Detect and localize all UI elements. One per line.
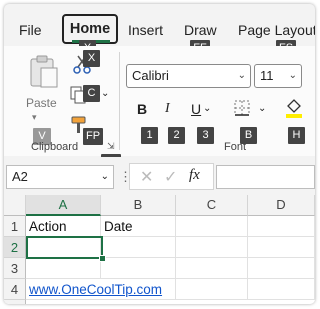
- column-header-d[interactable]: D: [248, 195, 315, 216]
- fill-handle[interactable]: [99, 255, 106, 262]
- name-box[interactable]: A2 ⌄: [6, 165, 114, 189]
- clipboard-group-label: Clipboard: [31, 141, 79, 153]
- formula-buttons: ✕ ✓ fx: [129, 163, 214, 190]
- keytip-fill: H: [288, 127, 305, 144]
- cell-b1[interactable]: Date: [101, 216, 176, 237]
- keytip-cut: X: [83, 50, 100, 67]
- tab-insert[interactable]: Insert: [128, 22, 163, 38]
- copy-dropdown-icon[interactable]: ⌄: [101, 88, 109, 99]
- tab-file[interactable]: File: [19, 22, 42, 38]
- column-header-c[interactable]: C: [176, 195, 248, 216]
- cell-b3[interactable]: [101, 258, 176, 279]
- row-header-4[interactable]: 4: [4, 279, 26, 300]
- group-divider: [119, 52, 120, 150]
- font-group-label: Font: [224, 141, 247, 153]
- cell-d1[interactable]: [248, 216, 315, 237]
- cell-c2[interactable]: [176, 237, 248, 258]
- italic-button[interactable]: I: [165, 101, 170, 117]
- paste-dropdown-icon[interactable]: ▾: [32, 112, 37, 123]
- paste-label[interactable]: Paste: [26, 96, 57, 110]
- fill-color-icon[interactable]: [284, 97, 304, 124]
- paste-icon[interactable]: [28, 54, 60, 95]
- chevron-down-icon: ⌄: [237, 70, 246, 81]
- font-name-select[interactable]: Calibri ⌄: [126, 64, 251, 88]
- row-header-2[interactable]: 2: [4, 237, 26, 258]
- cell-a4[interactable]: www.OneCoolTip.com: [26, 279, 162, 300]
- enter-icon[interactable]: ✓: [164, 167, 177, 187]
- cell-d2[interactable]: [248, 237, 315, 258]
- cell-c4[interactable]: [176, 279, 248, 300]
- formula-bar: A2 ⌄ ⋮ ✕ ✓ fx: [4, 157, 315, 195]
- bold-button[interactable]: B: [137, 101, 147, 117]
- name-box-value: A2: [12, 169, 28, 184]
- cell-a1[interactable]: Action: [26, 216, 101, 237]
- keytip-underline: 3: [197, 127, 214, 144]
- cell-b2[interactable]: [101, 237, 176, 258]
- active-cell-selection: [26, 236, 103, 259]
- select-all-corner[interactable]: [4, 195, 26, 216]
- column-header-b[interactable]: B: [101, 195, 176, 216]
- cell-d3[interactable]: [248, 258, 315, 279]
- keytip-format-painter: FP: [83, 128, 103, 145]
- tab-draw[interactable]: Draw: [184, 22, 217, 38]
- column-header-a[interactable]: A: [26, 195, 101, 216]
- underline-button[interactable]: U: [191, 101, 201, 117]
- borders-dropdown-icon[interactable]: ⌄: [258, 103, 266, 114]
- cell-b4[interactable]: [101, 279, 176, 300]
- excel-window: File Home Insert Draw Page Layout X FF F…: [4, 4, 315, 304]
- cell-c3[interactable]: [176, 258, 248, 279]
- keytip-bold: 1: [141, 127, 158, 144]
- clipboard-launcher-icon[interactable]: ⇲: [107, 141, 115, 152]
- keytip-italic: 2: [168, 127, 185, 144]
- formula-input[interactable]: [216, 165, 315, 189]
- row-header-1[interactable]: 1: [4, 216, 26, 237]
- chevron-down-icon[interactable]: ⌄: [101, 166, 109, 188]
- underline-dropdown-icon[interactable]: ⌄: [203, 103, 211, 114]
- cancel-icon[interactable]: ✕: [140, 167, 153, 187]
- row-header-3[interactable]: 3: [4, 258, 26, 279]
- cell-a3[interactable]: [26, 258, 101, 279]
- cell-c1[interactable]: [176, 216, 248, 237]
- borders-icon[interactable]: [233, 99, 251, 122]
- font-size-select[interactable]: 11 ⌄: [254, 64, 302, 88]
- cell-d4[interactable]: [248, 279, 315, 300]
- chevron-down-icon: ⌄: [288, 70, 297, 81]
- font-name-value: Calibri: [132, 68, 169, 83]
- tab-page-layout[interactable]: Page Layout: [238, 22, 315, 38]
- font-size-value: 11: [260, 68, 274, 83]
- ribbon-home: Paste ▾ X C ⌄ FP V Clipboard ⇲ Calibri ⌄…: [4, 46, 315, 171]
- row-header-5[interactable]: 5: [4, 300, 26, 304]
- insert-function-icon[interactable]: fx: [189, 167, 200, 184]
- keytip-copy: C: [83, 85, 100, 102]
- worksheet-grid: A B C D 1 2 3 4 5 Action Date www.OneCoo…: [4, 195, 315, 304]
